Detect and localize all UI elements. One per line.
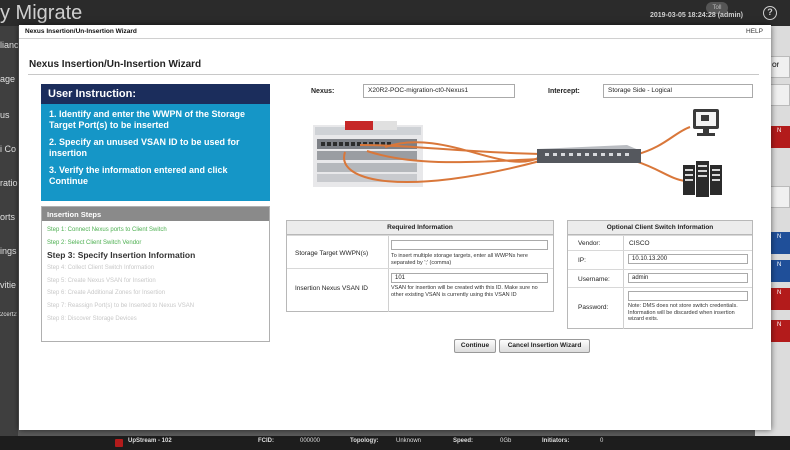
instruction-item: 3. Verify the information entered and cl… [49, 165, 228, 186]
right-label: N [777, 128, 782, 134]
topology-label: Topology: [350, 438, 379, 444]
help-link[interactable]: HELP [746, 28, 763, 35]
fcid-label: FCID: [258, 438, 274, 444]
app-header: y Migrate Toll 2019-03-05 18:24:28 (admi… [0, 0, 790, 26]
wwpn-label: Storage Target WWPN(s) [295, 250, 369, 257]
required-info-panel: Required Information Storage Target WWPN… [286, 220, 554, 312]
storage-array-icon [683, 161, 722, 197]
cancel-wizard-button[interactable]: Cancel Insertion Wizard [499, 339, 590, 353]
sidebar-item[interactable]: orts [0, 212, 18, 222]
row-divider [287, 235, 553, 236]
password-label: Password: [578, 304, 609, 311]
header-datetime: 2019-03-05 18:24:28 (admin) [650, 12, 743, 19]
background-port-bar: UpStream - 102 FCID: 000000 Topology: Un… [0, 436, 790, 450]
password-input[interactable] [628, 291, 748, 301]
right-label: Of [772, 63, 779, 69]
sidebar-item[interactable]: ratio [0, 178, 18, 188]
initiators-value: 0 [600, 438, 604, 444]
nexus-label: Nexus: [311, 88, 335, 95]
right-label: N [777, 234, 782, 240]
insertion-steps-panel: Insertion Steps Step 1: Connect Nexus po… [41, 206, 270, 342]
step-item-pending: Step 5: Create Nexus VSAN for Insertion [47, 277, 156, 284]
sidebar-item[interactable]: 2cert2 [0, 312, 18, 318]
sidebar-item[interactable]: vitie [0, 280, 18, 290]
user-instruction-box: User Instruction: 1. Identify and enter … [41, 84, 270, 201]
dialog-title: Nexus Insertion/Un-Insertion Wizard [25, 28, 137, 35]
nexus-switch-icon [537, 145, 641, 163]
status-blue-block: N [769, 232, 790, 254]
row-divider [568, 250, 752, 251]
vendor-value: CISCO [629, 240, 650, 247]
step-item-done: Step 1: Connect Nexus ports to Client Sw… [47, 227, 167, 233]
row-divider [568, 287, 752, 288]
optional-info-panel: Optional Client Switch Information Vendo… [567, 220, 753, 329]
right-label: N [777, 262, 782, 268]
vsan-help: VSAN for insertion will be created with … [391, 285, 538, 298]
status-blue-block: N [769, 260, 790, 282]
right-label: N [777, 290, 782, 296]
vsan-input[interactable]: 101 [391, 273, 548, 283]
sidebar-item[interactable]: us [0, 110, 18, 120]
app-sidebar: liance age us i Co ratio orts ings vitie… [0, 26, 18, 436]
step-item-pending: Step 8: Discover Storage Devices [47, 315, 137, 322]
status-red-block: N [769, 320, 790, 342]
step-item-current: Step 3: Specify Insertion Information [47, 250, 196, 261]
app-title: y Migrate [0, 2, 83, 24]
step-item-done: Step 2: Select Client Switch Vendor [47, 239, 142, 246]
right-label: N [777, 322, 782, 328]
username-label: Username: [578, 276, 610, 283]
instruction-item: 2. Specify an unused VSAN ID to be used … [49, 137, 240, 158]
row-divider [287, 268, 553, 269]
title-divider [28, 74, 759, 75]
wwpn-help: To insert multiple storage targets, ente… [391, 253, 528, 266]
initiators-label: Initiators: [542, 438, 570, 444]
vsan-label: Insertion Nexus VSAN ID [295, 285, 368, 292]
speed-value: 0Gb [500, 438, 512, 444]
topology-diagram [313, 109, 722, 197]
continue-button[interactable]: Continue [454, 339, 496, 353]
sidebar-item[interactable]: ings [0, 246, 18, 256]
vendor-label: Vendor: [578, 240, 601, 247]
topology-value: Unknown [396, 438, 422, 444]
nexus-field[interactable]: X20R2-POC-migration-ct0-Nexus1 [363, 84, 515, 98]
port-name: UpStream - 102 [128, 438, 172, 444]
sidebar-item[interactable]: liance [0, 40, 18, 50]
steps-heading: Insertion Steps [42, 207, 269, 221]
intercept-field[interactable]: Storage Side - Logical [603, 84, 753, 98]
password-help: Note: DMS does not store switch credenti… [628, 303, 738, 323]
step-item-pending: Step 6: Create Additional Zones for Inse… [47, 290, 166, 297]
sidebar-item[interactable]: age [0, 74, 18, 84]
instruction-item: 1. Identify and enter the WWPN of the St… [49, 109, 246, 130]
optional-info-heading: Optional Client Switch Information [568, 221, 752, 235]
status-red-block: N [769, 126, 790, 148]
wizard-title: Nexus Insertion/Un-Insertion Wizard [29, 59, 202, 70]
ip-label: IP: [578, 257, 586, 264]
row-divider [568, 269, 752, 270]
sidebar-item[interactable]: i Co [0, 144, 18, 154]
status-red-block: N [769, 288, 790, 310]
row-divider [568, 235, 752, 236]
instruction-heading: User Instruction: [41, 84, 270, 104]
wwpn-input[interactable] [391, 240, 548, 250]
host-monitor-icon [693, 109, 719, 136]
step-item-pending: Step 7: Reassign Port(s) to be Inserted … [47, 303, 195, 310]
column-divider [388, 235, 389, 312]
fcid-value: 000000 [300, 438, 321, 444]
required-info-heading: Required Information [287, 221, 553, 235]
port-status-icon [115, 439, 123, 447]
speed-label: Speed: [453, 438, 474, 444]
dialog-titlebar: Nexus Insertion/Un-Insertion Wizard HELP [19, 25, 771, 39]
username-input[interactable]: admin [628, 273, 748, 283]
help-icon[interactable]: ? [763, 6, 777, 20]
intercept-label: Intercept: [548, 88, 580, 95]
ip-input[interactable]: 10.10.13.200 [628, 254, 748, 264]
step-item-pending: Step 4: Collect Client Switch Informatio… [47, 265, 155, 272]
